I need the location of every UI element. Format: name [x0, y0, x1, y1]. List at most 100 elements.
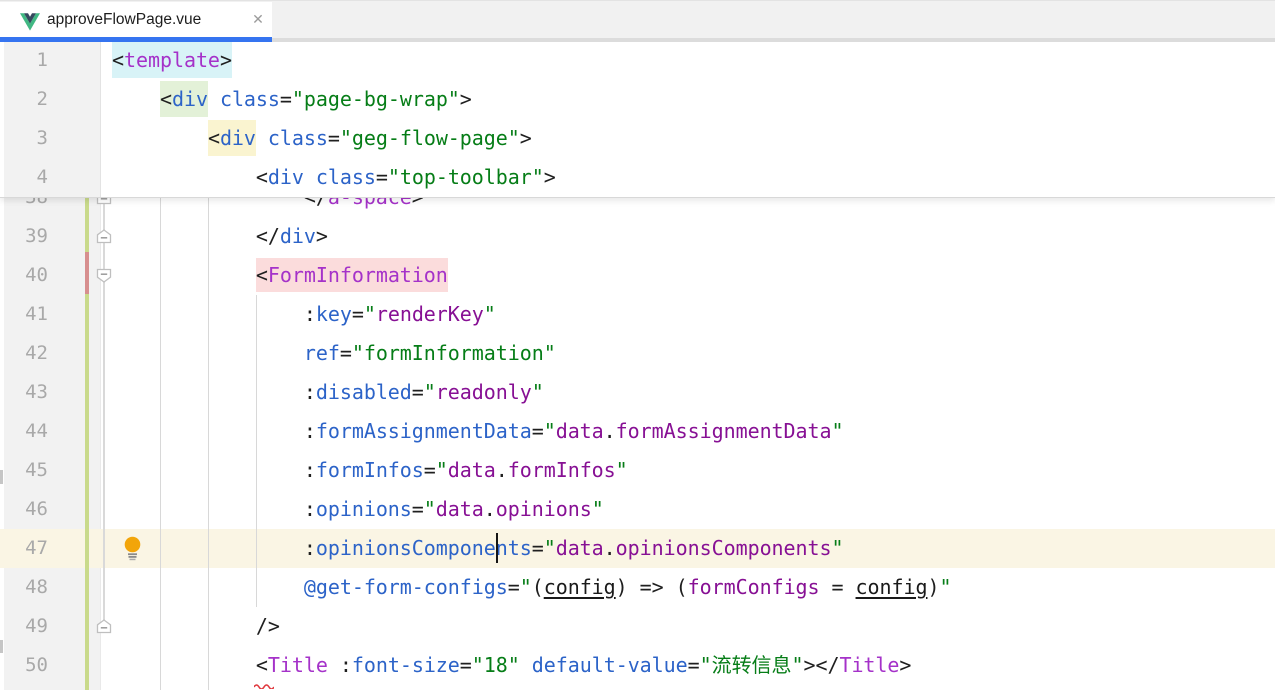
- code-token: div: [172, 81, 208, 117]
- code-token: ": [424, 497, 436, 521]
- line-number: 41: [0, 295, 48, 334]
- code-token: ": [939, 575, 951, 599]
- code-token: data: [436, 497, 484, 521]
- code-token: :: [304, 497, 316, 521]
- code-token: "formInformation": [352, 341, 556, 365]
- code-line[interactable]: 50 <Title :font-size="18" default-value=…: [0, 646, 1275, 685]
- code-token: formInfos: [316, 458, 424, 482]
- code-token: "geg-flow-page": [340, 126, 520, 150]
- code-token: =: [424, 458, 436, 482]
- code-token: ": [532, 380, 544, 404]
- code-token: [208, 87, 220, 111]
- line-number: 50: [0, 646, 48, 685]
- code-token: "page-bg-wrap": [292, 87, 460, 111]
- code-token: :: [304, 458, 316, 482]
- code-text: </div>: [112, 217, 328, 256]
- code-text: <div class="page-bg-wrap">: [112, 80, 472, 119]
- code-token: .: [604, 419, 616, 443]
- code-token: formAssignmentData: [616, 419, 832, 443]
- code-token: >: [220, 42, 232, 78]
- code-token: ": [832, 419, 844, 443]
- code-token: =: [460, 653, 472, 677]
- code-token: class: [268, 126, 328, 150]
- code-text: <FormInformation: [112, 256, 448, 295]
- line-number: 2: [0, 80, 48, 119]
- fold-start-icon[interactable]: [95, 268, 113, 283]
- code-token: (: [676, 575, 688, 599]
- code-token: [304, 165, 316, 189]
- code-token: <: [256, 258, 268, 292]
- code-line[interactable]: 1<template>: [0, 41, 1275, 80]
- code-token: [256, 126, 268, 150]
- line-number: 3: [0, 119, 48, 158]
- code-text: @get-form-configs="(config) => (formConf…: [112, 568, 951, 607]
- ide-window: 38 </a-space>39 </div>40 <FormInformatio…: [0, 0, 1275, 690]
- code-token: =: [532, 536, 544, 560]
- code-token: [112, 497, 304, 521]
- code-token: formConfigs: [688, 575, 820, 599]
- code-line[interactable]: 45 :formInfos="data.formInfos": [0, 451, 1275, 490]
- code-line[interactable]: 42 ref="formInformation": [0, 334, 1275, 373]
- code-token: div: [220, 120, 256, 156]
- code-line[interactable]: 46 :opinions="data.opinions": [0, 490, 1275, 529]
- code-text: <div class="geg-flow-page">: [112, 119, 532, 158]
- code-token: <: [112, 42, 124, 78]
- code-token: >: [460, 87, 472, 111]
- code-line[interactable]: 47 :opinionsComponents="data.opinionsCom…: [0, 529, 1275, 568]
- code-text: ref="formInformation": [112, 334, 556, 373]
- code-token: [112, 653, 256, 677]
- code-token: ": [700, 653, 712, 677]
- code-token: config: [856, 575, 928, 599]
- code-line[interactable]: 40 <FormInformation: [0, 256, 1275, 295]
- code-token: =: [280, 87, 292, 111]
- code-token: .: [604, 536, 616, 560]
- code-token: ": [616, 458, 628, 482]
- code-line[interactable]: 48 @get-form-configs="(config) => (formC…: [0, 568, 1275, 607]
- code-token: <: [160, 81, 172, 117]
- code-token: <: [256, 653, 268, 677]
- line-number: 49: [0, 607, 48, 646]
- code-token: =: [412, 380, 424, 404]
- code-token: [112, 419, 304, 443]
- code-line[interactable]: 39 </div>: [0, 217, 1275, 256]
- code-token: ": [592, 497, 604, 521]
- vue-logo-icon: [20, 13, 40, 31]
- code-text: :opinionsComponents="data.opinionsCompon…: [112, 529, 844, 568]
- code-token: <: [256, 165, 268, 189]
- close-icon[interactable]: ✕: [246, 2, 270, 37]
- error-squiggle-icon: [254, 676, 274, 690]
- code-token: />: [256, 614, 280, 638]
- code-line[interactable]: 41 :key="renderKey": [0, 295, 1275, 334]
- code-token: =: [532, 419, 544, 443]
- code-token: ": [544, 419, 556, 443]
- active-tab-indicator: [0, 37, 272, 42]
- code-line[interactable]: 44 :formAssignmentData="data.formAssignm…: [0, 412, 1275, 451]
- fold-end-icon[interactable]: [95, 619, 113, 634]
- code-token: [112, 575, 304, 599]
- code-token: [328, 653, 340, 677]
- code-token: [112, 458, 304, 482]
- code-token: :: [304, 380, 316, 404]
- code-line[interactable]: 2 <div class="page-bg-wrap">: [0, 80, 1275, 119]
- fold-end-icon[interactable]: [95, 229, 113, 244]
- code-token: >: [544, 165, 556, 189]
- line-number: 43: [0, 373, 48, 412]
- code-token: FormInformation: [268, 258, 448, 292]
- code-line[interactable]: 3 <div class="geg-flow-page">: [0, 119, 1275, 158]
- code-text: <Title :font-size="18" default-value="流转…: [112, 646, 911, 685]
- editor-tab[interactable]: approveFlowPage.vue ✕: [0, 2, 272, 37]
- code-token: :: [304, 536, 316, 560]
- tab-title: approveFlowPage.vue: [47, 2, 201, 37]
- code-line[interactable]: 4 <div class="top-toolbar">: [0, 158, 1275, 197]
- code-token: :: [304, 302, 316, 326]
- code-token: ": [520, 575, 532, 599]
- code-line[interactable]: 43 :disabled="readonly": [0, 373, 1275, 412]
- code-token: class: [316, 165, 376, 189]
- code-token: [112, 380, 304, 404]
- code-token: renderKey: [376, 302, 484, 326]
- code-token: [112, 87, 160, 111]
- code-line[interactable]: 49 />: [0, 607, 1275, 646]
- code-token: config: [544, 575, 616, 599]
- editor-tab-bar: approveFlowPage.vue ✕: [0, 0, 1275, 41]
- code-token: "top-toolbar": [388, 165, 544, 189]
